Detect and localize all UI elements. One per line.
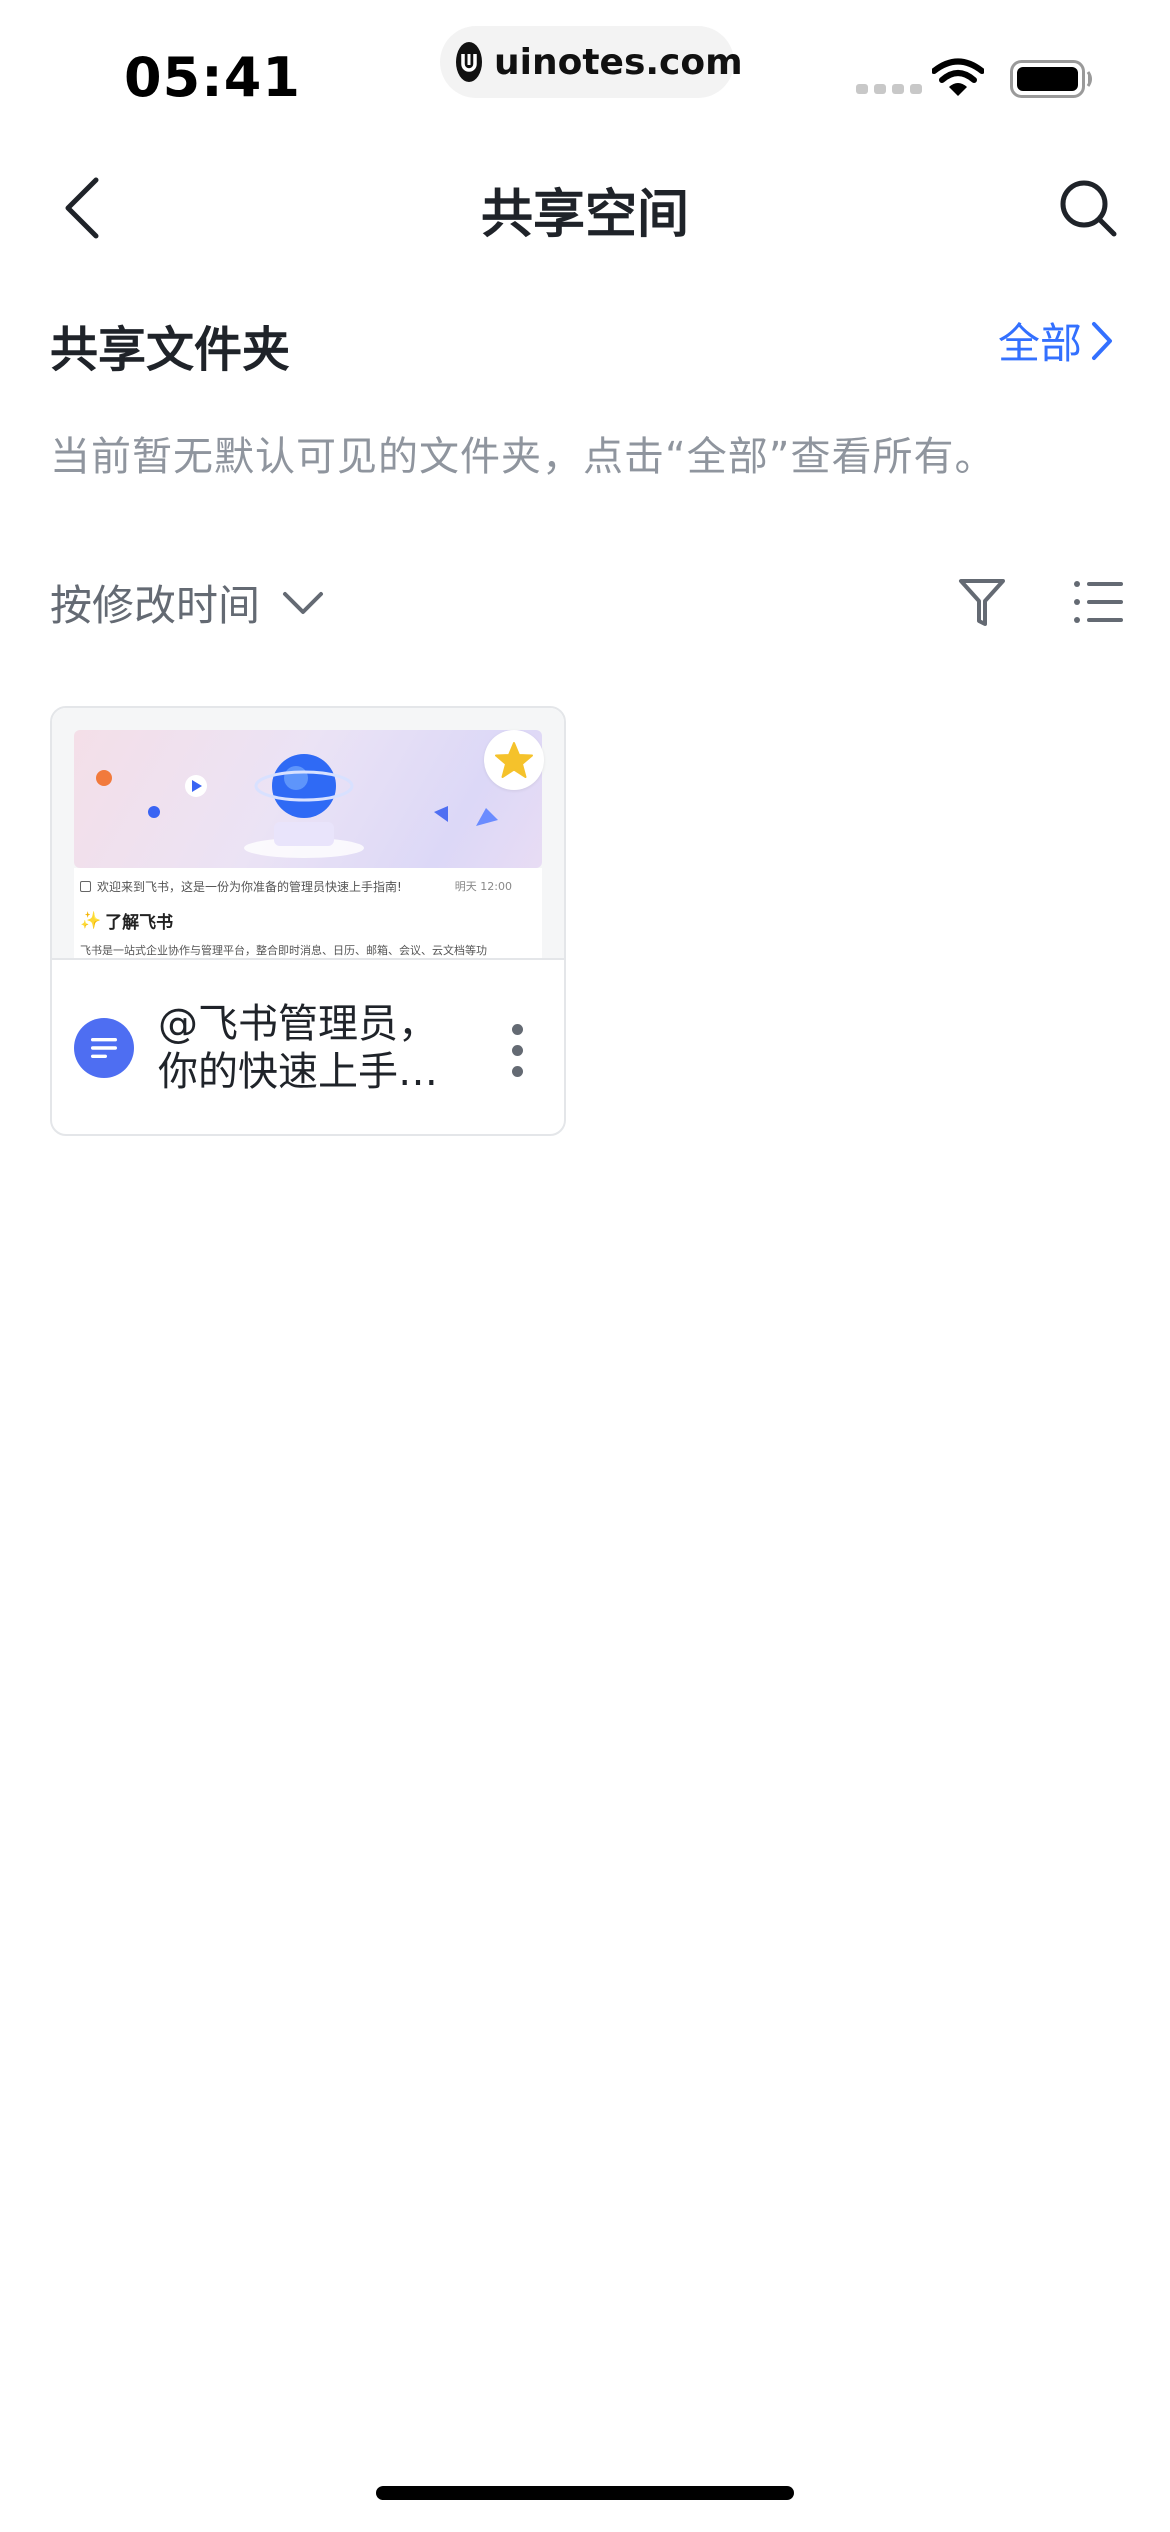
thumbnail-meta: 明天 12:00 <box>454 880 512 893</box>
site-logo-icon <box>456 42 482 82</box>
view-all-button[interactable]: 全部 <box>998 310 1114 371</box>
document-card-footer[interactable]: @飞书管理员， 你的快速上手… <box>52 960 564 1134</box>
checkbox-icon <box>80 881 91 892</box>
search-icon <box>1060 180 1117 237</box>
document-thumbnail: 欢迎来到飞书，这是一份为你准备的管理员快速上手指南! 明天 12:00 ✨ 了解… <box>52 708 564 960</box>
url-text: uinotes.com <box>494 41 743 83</box>
page-title: 共享空间 <box>480 185 689 245</box>
list-icon <box>1074 581 1123 623</box>
chevron-down-icon <box>283 591 324 614</box>
document-card[interactable]: 欢迎来到飞书，这是一份为你准备的管理员快速上手指南! 明天 12:00 ✨ 了解… <box>50 706 566 1136</box>
status-bar: 05:41 uinotes.com <box>0 0 1170 140</box>
status-time: 05:41 <box>124 46 301 109</box>
document-title: @飞书管理员， 你的快速上手… <box>158 1000 478 1096</box>
sparkle-icon: ✨ <box>80 910 102 931</box>
cellular-signal-icon <box>856 84 922 94</box>
more-options-button[interactable] <box>492 1010 542 1090</box>
wifi-icon <box>931 58 985 102</box>
url-pill[interactable]: uinotes.com <box>440 26 743 98</box>
home-indicator <box>376 2486 794 2500</box>
thumbnail-document-preview: 欢迎来到飞书，这是一份为你准备的管理员快速上手指南! 明天 12:00 ✨ 了解… <box>74 868 542 958</box>
thumbnail-heading: 了解飞书 <box>105 913 174 933</box>
document-title-line: @飞书管理员， <box>158 1001 438 1047</box>
list-view-button[interactable] <box>1066 570 1130 634</box>
thumbnail-body: 飞书是一站式企业协作与管理平台，整合即时消息、日历、邮箱、会议、云文档等功 <box>80 944 487 957</box>
section-title-shared-folders: 共享文件夹 <box>50 322 291 378</box>
empty-folders-hint: 当前暂无默认可见的文件夹，点击“全部”查看所有。 <box>50 434 996 480</box>
filter-button[interactable] <box>950 570 1014 634</box>
search-button[interactable] <box>1050 170 1126 246</box>
doc-file-icon <box>74 1018 134 1078</box>
filter-icon <box>959 579 1005 626</box>
starred-icon[interactable] <box>484 730 544 790</box>
sort-label: 按修改时间 <box>50 581 261 630</box>
more-vertical-icon <box>511 1023 523 1035</box>
battery-icon <box>1010 60 1094 102</box>
document-title-line: 你的快速上手… <box>158 1049 438 1095</box>
thumbnail-line: 欢迎来到飞书，这是一份为你准备的管理员快速上手指南! <box>97 880 402 894</box>
chevron-right-icon <box>1092 321 1112 360</box>
sort-dropdown[interactable]: 按修改时间 <box>50 572 324 633</box>
view-all-label: 全部 <box>997 319 1082 368</box>
thumbnail-banner-image <box>74 730 542 868</box>
